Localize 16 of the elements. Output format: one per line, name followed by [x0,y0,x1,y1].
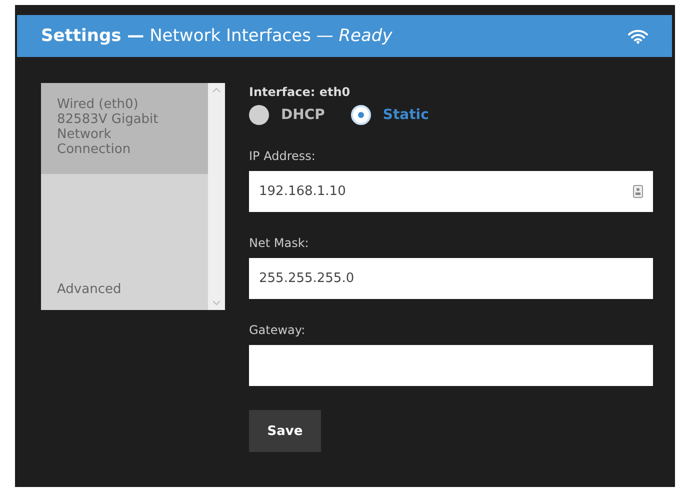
scrollbar[interactable] [208,83,225,310]
radio-option[interactable]: DHCP [249,105,325,125]
field-label: Gateway: [249,323,306,337]
field-label: IP Address: [249,149,316,163]
field-label: Net Mask: [249,236,310,250]
input-field[interactable]: 192.168.1.10 [249,171,653,212]
radio-option[interactable]: Static [350,105,429,125]
scroll-up-icon[interactable] [212,87,221,93]
scroll-down-icon[interactable] [212,300,221,306]
window-title: Settings — Network Interfaces — Ready [41,26,392,46]
input-field[interactable]: 255.255.255.0 [249,258,653,299]
interface-heading: Interface: eth0 [249,85,352,99]
wifi-icon [628,28,648,44]
input-field[interactable] [249,345,653,386]
save-button[interactable]: Save [249,410,321,452]
contact-card-icon[interactable] [633,185,643,198]
